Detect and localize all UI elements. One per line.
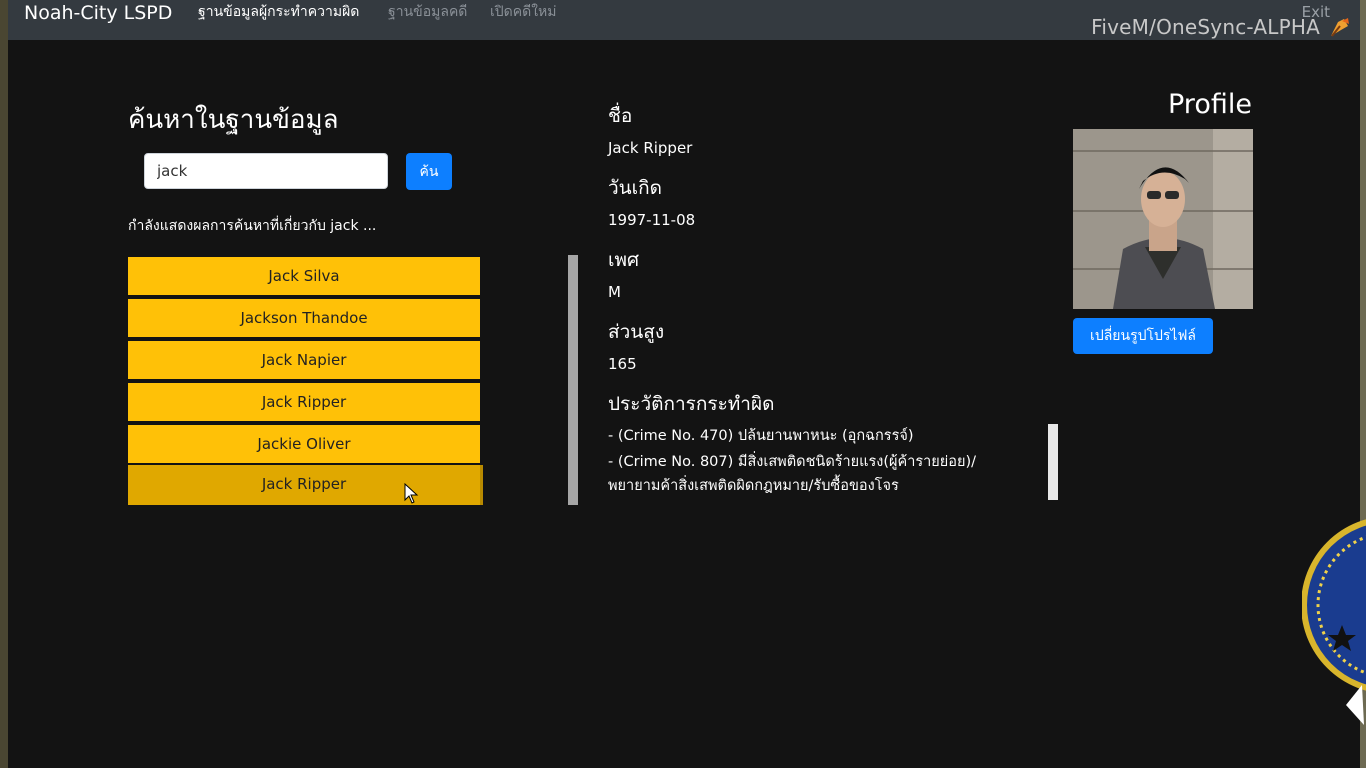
history-label: ประวัติการกระทำผิด xyxy=(608,393,775,415)
change-profile-photo-button[interactable]: เปลี่ยนรูปโปรไฟล์ xyxy=(1073,318,1213,354)
result-item[interactable]: Jack Silva xyxy=(128,257,480,295)
search-button[interactable]: ค้น xyxy=(406,153,452,190)
results-list: Jack Silva Jackson Thandoe Jack Napier J… xyxy=(128,257,484,505)
result-item[interactable]: Jack Napier xyxy=(128,341,480,379)
result-item[interactable]: Jack Ripper xyxy=(128,383,480,421)
search-input[interactable] xyxy=(144,153,388,189)
game-background-left xyxy=(0,0,8,768)
mdt-window: Noah-City LSPD ฐานข้อมูลผู้กระทำความผิด … xyxy=(8,0,1366,768)
results-scrollbar[interactable] xyxy=(568,255,578,505)
history-entry-continued: พยายามค้าสิ่งเสพติดผิดกฎหมาย/รับซื้อของโ… xyxy=(608,478,899,494)
nav-cases-db[interactable]: ฐานข้อมูลคดี xyxy=(388,3,467,21)
result-item[interactable]: Jackson Thandoe xyxy=(128,299,480,337)
sex-label: เพศ xyxy=(608,249,640,271)
results-scrollbar-thumb[interactable] xyxy=(568,255,578,505)
search-title: ค้นหาในฐานข้อมูล xyxy=(128,105,339,135)
name-value: Jack Ripper xyxy=(608,139,693,157)
dob-label: วันเกิด xyxy=(608,177,662,199)
lspd-seal-icon xyxy=(1302,519,1366,725)
fivem-leaf-icon xyxy=(1331,18,1349,37)
nav-offenders-db[interactable]: ฐานข้อมูลผู้กระทำความผิด xyxy=(198,3,359,21)
nav-new-case[interactable]: เปิดคดีใหม่ xyxy=(490,3,557,21)
height-label: ส่วนสูง xyxy=(608,321,665,343)
brand[interactable]: Noah-City LSPD xyxy=(24,1,172,25)
search-result-caption: กำลังแสดงผลการค้นหาที่เกี่ยวกับ jack ... xyxy=(128,218,377,234)
result-item[interactable]: Jackie Oliver xyxy=(128,425,480,463)
sex-value: M xyxy=(608,283,621,301)
height-value: 165 xyxy=(608,355,637,373)
dob-value: 1997-11-08 xyxy=(608,211,696,229)
name-label: ชื่อ xyxy=(608,105,633,127)
history-entry: - (Crime No. 470) ปล้นยานพาหนะ (อุกฉกรรจ… xyxy=(608,428,914,444)
history-scrollbar[interactable] xyxy=(1048,424,1058,500)
mouse-cursor-icon xyxy=(404,483,419,504)
profile-title: Profile xyxy=(1168,89,1252,120)
fivem-client-label: FiveM/OneSync-ALPHA xyxy=(1091,15,1320,39)
profile-photo xyxy=(1073,129,1253,309)
history-entry: - (Crime No. 807) มีสิ่งเสพติดชนิดร้ายแร… xyxy=(608,454,977,470)
result-item[interactable]: Jack Ripper xyxy=(128,465,483,505)
